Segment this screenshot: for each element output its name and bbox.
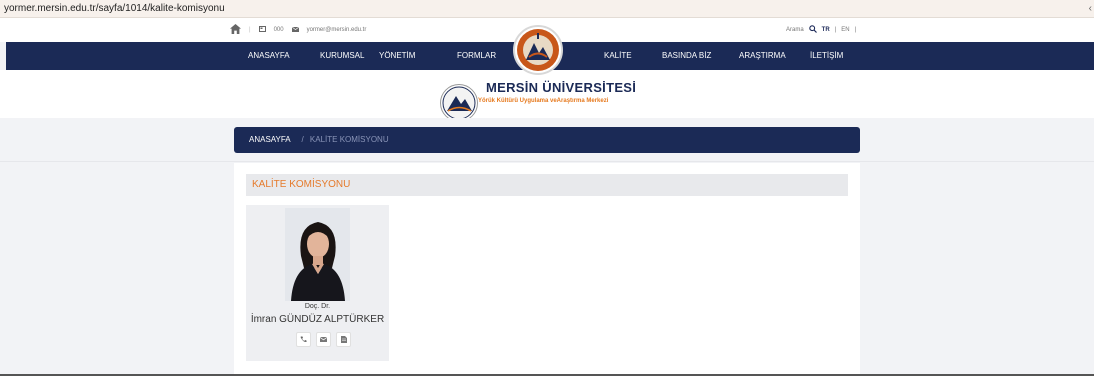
person-contact-actions bbox=[296, 332, 351, 347]
phone-icon[interactable] bbox=[296, 332, 311, 347]
nav-item-yonetim[interactable]: YÖNETİM bbox=[379, 42, 415, 70]
language-separator: | bbox=[854, 27, 857, 33]
nav-item-kurumsal[interactable]: KURUMSAL bbox=[320, 42, 364, 70]
contact-info: | 000 yormer@mersin.edu.tr bbox=[230, 18, 366, 42]
url-text[interactable]: yormer.mersin.edu.tr/sayfa/1014/kalite-k… bbox=[4, 3, 225, 14]
breadcrumb-separator: / bbox=[301, 135, 304, 144]
search-icon[interactable] bbox=[808, 25, 817, 35]
nav-item-formlar[interactable]: FORMLAR bbox=[457, 42, 496, 70]
brand-header: MERSİN ÜNİVERSİTESİ Yörük Kültürü Uygula… bbox=[0, 70, 1094, 122]
person-title: Doç. Dr. bbox=[304, 303, 331, 310]
person-card: Doç. Dr. İmran GÜNDÜZ ALPTÜRKER bbox=[246, 205, 389, 361]
breadcrumb: ANASAYFA / KALİTE KOMİSYONU bbox=[234, 127, 860, 153]
language-separator: | bbox=[834, 27, 837, 33]
nav-item-anasayfa[interactable]: ANASAYFA bbox=[248, 42, 290, 70]
university-seal-logo[interactable] bbox=[513, 25, 563, 75]
search-language-group: Arama TR | EN | bbox=[786, 18, 856, 42]
search-label[interactable]: Arama bbox=[786, 27, 804, 33]
nav-item-basinda-biz[interactable]: BASINDA BİZ bbox=[662, 42, 711, 70]
language-en[interactable]: EN bbox=[841, 27, 849, 33]
browser-url-bar[interactable]: yormer.mersin.edu.tr/sayfa/1014/kalite-k… bbox=[0, 0, 1094, 18]
divider: | bbox=[249, 27, 251, 33]
nav-item-iletisim[interactable]: İLETİŞİM bbox=[810, 42, 843, 70]
phone-icon bbox=[258, 26, 266, 34]
envelope-icon bbox=[291, 26, 299, 34]
phone-number[interactable]: 000 bbox=[274, 27, 284, 33]
browser-more-icon[interactable]: ‹ bbox=[1089, 0, 1092, 18]
nav-item-kalite[interactable]: KALİTE bbox=[604, 42, 632, 70]
email-link[interactable]: yormer@mersin.edu.tr bbox=[307, 27, 367, 33]
language-tr[interactable]: TR bbox=[822, 27, 830, 33]
university-logo[interactable] bbox=[440, 84, 478, 122]
person-photo bbox=[285, 208, 350, 301]
envelope-icon[interactable] bbox=[316, 332, 331, 347]
content-card: KALİTE KOMİSYONU Doç. Dr. İmran GÜNDÜZ A… bbox=[234, 163, 860, 376]
home-icon[interactable] bbox=[230, 23, 241, 37]
document-icon[interactable] bbox=[336, 332, 351, 347]
nav-item-arastirma[interactable]: ARAŞTIRMA bbox=[739, 42, 786, 70]
person-name: İmran GÜNDÜZ ALPTÜRKER bbox=[250, 314, 385, 325]
university-name: MERSİN ÜNİVERSİTESİ bbox=[486, 80, 637, 95]
breadcrumb-current: KALİTE KOMİSYONU bbox=[309, 135, 389, 144]
section-title: KALİTE KOMİSYONU bbox=[246, 174, 848, 196]
breadcrumb-home-link[interactable]: ANASAYFA bbox=[249, 135, 290, 144]
center-name: Yörük Kültürü Uygulama veAraştırma Merke… bbox=[478, 98, 609, 104]
